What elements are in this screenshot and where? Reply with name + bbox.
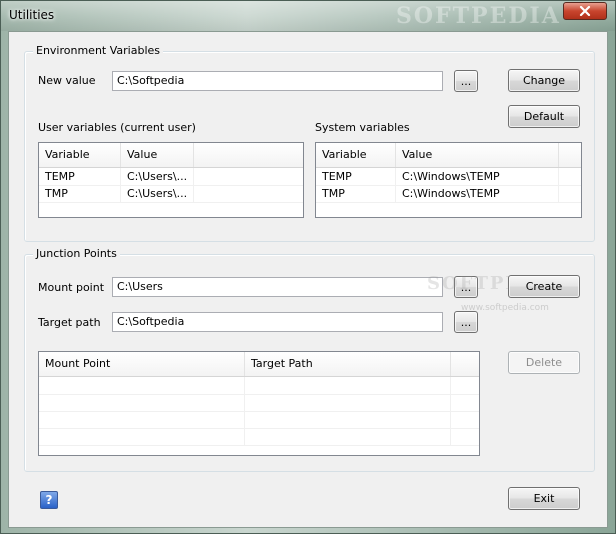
list-item: [39, 411, 479, 429]
user-variables-header: Variable Value: [39, 143, 303, 168]
table-row[interactable]: TMP C:\Users\...: [39, 185, 303, 203]
junction-points-label: Junction Points: [33, 247, 120, 260]
junction-points-header: Mount Point Target Path: [39, 352, 479, 377]
list-item: [39, 394, 479, 412]
list-item: [39, 428, 479, 446]
column-header-target-path[interactable]: Target Path: [245, 352, 451, 376]
window-title: Utilities: [9, 8, 55, 22]
help-button[interactable]: ?: [40, 491, 58, 509]
value-cell: C:\Windows\TEMP: [396, 185, 559, 202]
title-bar[interactable]: Utilities SOFTPEDIA: [1, 1, 615, 31]
mount-point-input[interactable]: C:\Users: [112, 277, 443, 297]
close-icon: [579, 6, 591, 16]
column-header-variable[interactable]: Variable: [39, 143, 121, 167]
client-area: Environment Variables New value C:\Softp…: [8, 31, 608, 528]
column-header-value[interactable]: Value: [396, 143, 559, 167]
close-button[interactable]: [563, 2, 607, 20]
delete-button[interactable]: Delete: [508, 351, 580, 374]
user-variables-list[interactable]: Variable Value TEMP C:\Users\... TMP C:\…: [38, 142, 304, 218]
system-variables-header: Variable Value: [316, 143, 581, 168]
variable-cell: TEMP: [39, 168, 121, 185]
variable-cell: TMP: [316, 185, 396, 202]
utilities-window: Utilities SOFTPEDIA Environment Variable…: [0, 0, 616, 534]
column-header-value[interactable]: Value: [121, 143, 194, 167]
system-variables-list[interactable]: Variable Value TEMP C:\Windows\TEMP TMP …: [315, 142, 582, 218]
environment-variables-label: Environment Variables: [33, 44, 164, 57]
mount-point-label: Mount point: [38, 281, 105, 294]
new-value-input[interactable]: C:\Softpedia: [112, 71, 443, 91]
new-value-label: New value: [38, 74, 96, 87]
list-item: [39, 377, 479, 395]
column-header-mount-point[interactable]: Mount Point: [39, 352, 245, 376]
exit-button[interactable]: Exit: [508, 487, 580, 510]
new-value-browse-button[interactable]: ...: [454, 70, 478, 92]
value-cell: C:\Windows\TEMP: [396, 168, 559, 185]
user-variables-label: User variables (current user): [38, 121, 196, 134]
target-path-input[interactable]: C:\Softpedia: [112, 312, 443, 332]
table-row[interactable]: TEMP C:\Windows\TEMP: [316, 168, 581, 186]
variable-cell: TMP: [39, 185, 121, 202]
target-path-browse-button[interactable]: ...: [454, 311, 478, 333]
default-button[interactable]: Default: [508, 105, 580, 128]
table-row[interactable]: TEMP C:\Users\...: [39, 168, 303, 186]
column-header-variable[interactable]: Variable: [316, 143, 396, 167]
system-variables-label: System variables: [315, 121, 410, 134]
value-cell: C:\Users\...: [121, 185, 194, 202]
junction-points-list[interactable]: Mount Point Target Path: [38, 351, 480, 456]
table-row[interactable]: TMP C:\Windows\TEMP: [316, 185, 581, 203]
softpedia-watermark: SOFTPEDIA: [396, 3, 561, 29]
variable-cell: TEMP: [316, 168, 396, 185]
create-button[interactable]: Create: [508, 275, 580, 298]
value-cell: C:\Users\...: [121, 168, 194, 185]
change-button[interactable]: Change: [508, 69, 580, 92]
target-path-label: Target path: [38, 316, 101, 329]
